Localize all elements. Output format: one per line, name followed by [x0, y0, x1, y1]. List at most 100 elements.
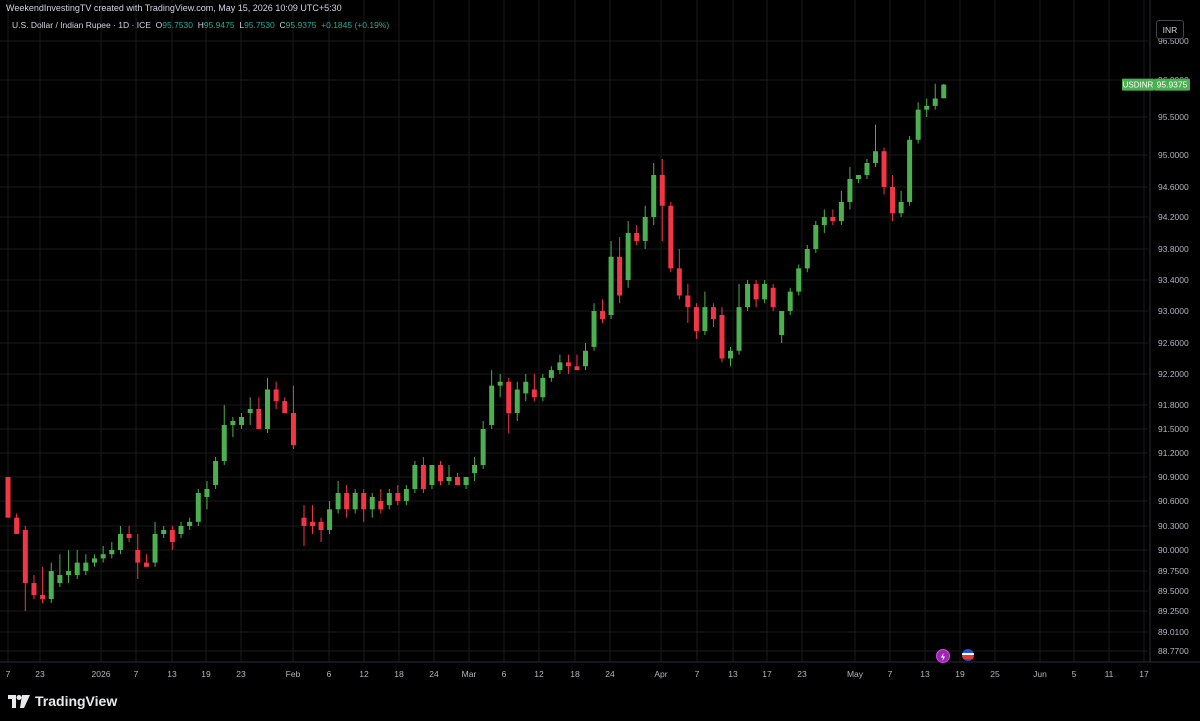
candle-up: [480, 421, 486, 469]
candle-up: [412, 461, 418, 493]
candle-body: [514, 389, 520, 413]
y-tick-label: 92.6000: [1158, 338, 1189, 348]
candle-body: [135, 550, 141, 563]
candle-up: [489, 370, 495, 429]
candle-body: [66, 571, 72, 575]
candle-body: [429, 465, 435, 485]
flag-icon[interactable]: [962, 649, 974, 661]
y-tick-label: 94.2000: [1158, 212, 1189, 222]
candle-up: [821, 209, 827, 233]
x-tick-label: 7: [695, 669, 700, 679]
candle-down: [31, 575, 37, 599]
candle-body: [420, 465, 426, 489]
candle-body: [932, 98, 938, 106]
candle-up: [230, 417, 236, 437]
candle-up: [386, 489, 392, 510]
candle-up: [195, 489, 201, 526]
candle-body: [74, 562, 80, 575]
candle-up: [779, 311, 785, 343]
x-tick-label: 24: [429, 669, 439, 679]
candle-body: [213, 461, 219, 485]
x-tick-label: 6: [327, 669, 332, 679]
candle-up: [540, 374, 546, 402]
y-tick-label: 94.6000: [1158, 182, 1189, 192]
candle-body: [907, 139, 913, 202]
x-tick-label: May: [847, 669, 864, 679]
candle-up: [855, 175, 861, 183]
y-tick-label: 89.5000: [1158, 586, 1189, 596]
candle-body: [335, 493, 341, 510]
x-tick-label: Jun: [1033, 669, 1047, 679]
y-tick-label: 90.3000: [1158, 521, 1189, 531]
candle-body: [873, 151, 879, 163]
candle-up: [152, 521, 158, 567]
candle-down: [318, 517, 324, 542]
candle-up: [941, 83, 947, 99]
candle-up: [864, 159, 870, 179]
candle-up: [787, 287, 793, 315]
candle-body: [634, 233, 640, 241]
lightning-icon[interactable]: [936, 649, 950, 663]
candle-body: [659, 175, 665, 206]
x-tick-label: 13: [728, 669, 738, 679]
candle-down: [455, 473, 461, 485]
candle-up: [608, 241, 614, 319]
candle-body: [282, 401, 288, 413]
candle-up: [213, 457, 219, 489]
candle-body: [770, 287, 776, 308]
tradingview-logo[interactable]: TradingView: [8, 693, 117, 709]
candle-up: [369, 493, 375, 518]
x-tick-label: 13: [920, 669, 930, 679]
candle-up: [187, 517, 193, 530]
x-tick-label: 7: [134, 669, 139, 679]
candle-up: [813, 221, 819, 253]
x-tick-label: 13: [167, 669, 177, 679]
candle-body: [378, 501, 384, 510]
candle-up: [651, 163, 657, 225]
y-tick-label: 95.0000: [1158, 150, 1189, 160]
candle-body: [642, 217, 648, 241]
candle-body: [924, 105, 930, 110]
candle-down: [770, 283, 776, 311]
bottom-bar: [0, 686, 1200, 721]
candle-body: [796, 268, 802, 292]
candle-body: [352, 493, 358, 510]
candle-body: [582, 350, 588, 367]
y-tick-label: 89.2500: [1158, 606, 1189, 616]
candle-body: [531, 389, 537, 398]
candle-body: [728, 350, 733, 359]
candle-body: [169, 530, 175, 542]
candle-body: [915, 109, 921, 140]
candle-down: [676, 249, 682, 300]
x-tick-label: 19: [201, 669, 211, 679]
x-tick-label: 25: [990, 669, 1000, 679]
candle-body: [864, 163, 870, 175]
y-tick-label: 90.0000: [1158, 545, 1189, 555]
high-value: 95.9475: [203, 20, 235, 30]
candle-body: [31, 583, 37, 595]
y-tick-label: 93.0000: [1158, 306, 1189, 316]
candle-body: [779, 311, 785, 335]
x-tick-label: 12: [359, 669, 369, 679]
candle-body: [126, 534, 132, 538]
candle-up: [736, 283, 742, 355]
candle-down: [5, 477, 11, 518]
time-axis[interactable]: 7 23 2026 7 13 19 23 Feb 6 12 18 24 Mar 6 12 18 24 Apr 7 13…: [6, 669, 1149, 679]
candle-body: [310, 521, 316, 526]
price-axis[interactable]: 96.500096.000095.500095.000094.600094.20…: [1158, 36, 1189, 656]
candle-body: [847, 179, 853, 202]
candle-down: [830, 209, 836, 225]
candle-up: [728, 346, 733, 367]
currency-button[interactable]: INR: [1156, 20, 1184, 39]
change-value: +0.1845 (+0.19%): [321, 20, 390, 30]
candle-up: [847, 167, 853, 210]
candle-up: [117, 526, 123, 555]
chart-canvas[interactable]: 96.500096.000095.500095.000094.600094.20…: [0, 0, 1200, 686]
candle-body: [446, 477, 452, 481]
candle-body: [247, 409, 253, 413]
candle-body: [143, 562, 149, 567]
candle-body: [941, 84, 947, 99]
candle-body: [48, 571, 54, 599]
candle-body: [480, 429, 486, 465]
candle-body: [40, 595, 46, 599]
